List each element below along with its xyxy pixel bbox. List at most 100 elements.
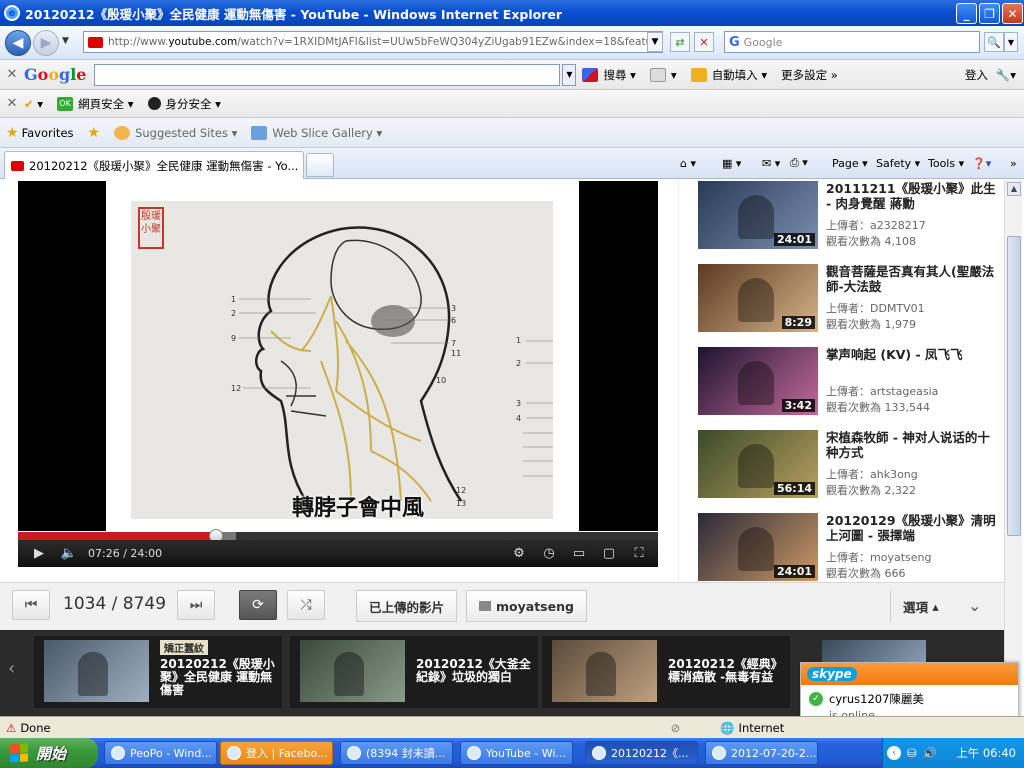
feeds-button[interactable]: ▦ ▾ <box>722 153 741 173</box>
google-search-button[interactable]: 搜尋 ▾ <box>582 67 636 83</box>
favorites-button[interactable]: ★ Favorites <box>6 125 74 141</box>
playlist-item[interactable]: 矯正蠶紋 20120212《殷瑗小聚》全民健康 運動無傷害 <box>34 636 282 708</box>
privacy-icon[interactable]: ⊘ <box>671 721 681 735</box>
large-player-icon[interactable]: ▢ <box>594 546 624 561</box>
related-video-title[interactable]: 掌声响起 (KV) - 凤飞飞 <box>826 347 1002 362</box>
refresh-button[interactable]: ⇄ <box>670 32 690 52</box>
clock[interactable]: 上午 06:40 <box>956 745 1016 761</box>
web-slice-label: Web Slice Gallery <box>272 125 373 140</box>
help-icon[interactable]: ❓▾ <box>972 153 991 173</box>
related-video-thumbnail[interactable]: 3:42 <box>698 347 818 415</box>
safety-menu[interactable]: Safety ▾ <box>876 153 920 173</box>
maximize-button[interactable]: ❐ <box>979 3 1000 24</box>
new-tab-button[interactable] <box>306 153 334 177</box>
playlist-options-button[interactable]: 選項 ▴ <box>890 590 960 622</box>
collapse-playlist-chevron-icon[interactable]: ⌄ <box>968 596 981 615</box>
related-video-thumbnail[interactable]: 24:01 <box>698 181 818 249</box>
related-video-item[interactable]: 24:01 20111211《殷瑗小聚》此生 - 肉身覺醒 蔣勳 上傳者：a23… <box>698 181 998 251</box>
taskbar-item[interactable]: 2012-07-20-2... <box>705 741 818 765</box>
play-icon[interactable]: ▶ <box>24 546 54 561</box>
search-box[interactable]: G Google <box>724 31 980 53</box>
playlist-thumbnail[interactable] <box>300 640 405 702</box>
more-settings-button[interactable]: 更多設定 » <box>781 67 838 83</box>
autofill-button[interactable]: 自動填入 ▾ <box>690 67 767 83</box>
playlist-scroll-left-icon[interactable]: ‹ <box>8 658 15 679</box>
playlist-next-button[interactable]: ⏭ <box>177 590 215 620</box>
print-button[interactable]: ⎙ ▾ <box>790 153 808 173</box>
address-bar[interactable]: http://www. youtube.com/watch?v=1RXIDMtJA… <box>83 31 663 53</box>
login-link[interactable]: 登入 <box>965 67 988 83</box>
forward-button[interactable]: ▶ <box>33 30 59 56</box>
tray-expand-icon[interactable]: ‹ <box>887 746 901 760</box>
related-video-title[interactable]: 20111211《殷瑗小聚》此生 - 肉身覺醒 蔣勳 <box>826 181 1002 211</box>
home-button[interactable]: ⌂ ▾ <box>680 153 696 173</box>
web-slice-gallery-button[interactable]: Web Slice Gallery ▾ <box>251 125 382 140</box>
taskbar-item[interactable]: 登入 | Facebo... <box>220 741 333 765</box>
taskbar-item[interactable]: (8394 封未讀... <box>340 741 453 765</box>
channel-tab[interactable]: moyatseng <box>466 590 587 622</box>
back-button[interactable]: ◀ <box>5 30 31 56</box>
small-player-icon[interactable]: ▭ <box>564 546 594 561</box>
google-search-input[interactable] <box>94 63 561 86</box>
close-security-toolbar-icon[interactable]: ✕ <box>0 96 24 111</box>
tools-menu[interactable]: Tools ▾ <box>928 153 964 173</box>
search-button[interactable]: 🔍 <box>984 32 1004 52</box>
google-search-dropdown[interactable]: ▼ <box>562 63 577 86</box>
close-toolbar-icon[interactable]: ✕ <box>0 67 24 82</box>
add-favorite-icon[interactable]: ★ <box>88 125 101 141</box>
address-dropdown-button[interactable]: ▼ <box>647 32 663 52</box>
shuffle-icon[interactable]: ⤮ <box>287 590 325 620</box>
start-button[interactable]: 開始 <box>0 738 98 768</box>
related-video-title[interactable]: 觀音菩薩是否真有其人(聖嚴法師-大法鼓 <box>826 264 1002 294</box>
volume-icon[interactable]: 🔈 <box>54 546 84 561</box>
playlist-thumbnail[interactable] <box>44 640 149 702</box>
page-scrollbar[interactable]: ▲ <box>1004 180 1022 716</box>
check-menu-button[interactable]: ✔ ▾ <box>24 97 43 111</box>
related-video-item[interactable]: 24:01 20120129《殷瑗小聚》清明上河圖 - 張擇端 上傳者：moya… <box>698 513 998 583</box>
playlist-thumbnail[interactable] <box>822 640 926 662</box>
close-button[interactable]: ✕ <box>1002 3 1023 24</box>
related-video-uploader: 上傳者：ahk3ong <box>826 468 918 481</box>
mail-button[interactable]: ✉ ▾ <box>762 153 780 173</box>
identity-security-button[interactable]: 身分安全 ▾ <box>147 96 221 112</box>
scrollbar-thumb[interactable] <box>1007 236 1021 536</box>
network-icon[interactable]: ⛁ <box>907 746 917 760</box>
autoplay-toggle-icon[interactable]: ⟳ <box>239 590 277 620</box>
related-video-item[interactable]: 8:29 觀音菩薩是否真有其人(聖嚴法師-大法鼓 上傳者：DDMTV01 觀看次… <box>698 264 998 334</box>
video-progress-bar[interactable] <box>18 532 658 540</box>
wrench-icon[interactable]: 🔧▾ <box>996 68 1016 82</box>
page-menu[interactable]: Page ▾ <box>832 153 868 173</box>
uploaded-videos-tab[interactable]: 已上傳的影片 <box>356 590 458 622</box>
minimize-button[interactable]: _ <box>956 3 977 24</box>
security-zone[interactable]: 🌐 Internet <box>720 721 784 735</box>
watch-later-clock-icon[interactable]: ◷ <box>534 546 564 561</box>
fullscreen-icon[interactable]: ⛶ <box>624 546 654 561</box>
related-video-thumbnail[interactable]: 8:29 <box>698 264 818 332</box>
scroll-up-arrow-icon[interactable]: ▲ <box>1007 182 1021 196</box>
related-video-title[interactable]: 宋植森牧師 - 神对人说话的十种方式 <box>826 430 1002 460</box>
google-toolbar: ✕ Google ▼ 搜尋 ▾ ▾ 自動填入 ▾ 更多設定 » 登入 🔧▾ <box>0 60 1024 90</box>
toolbar-options-button[interactable]: ▾ <box>649 67 677 82</box>
taskbar-item[interactable]: PeoPo - Wind... <box>104 741 217 765</box>
taskbar-item[interactable]: 20120212《... <box>585 741 698 765</box>
related-video-thumbnail[interactable]: 24:01 <box>698 513 818 581</box>
recent-pages-dropdown[interactable]: ▼ <box>62 36 69 46</box>
related-video-views: 觀看次數為 4,108 <box>826 235 916 248</box>
related-video-title[interactable]: 20120129《殷瑗小聚》清明上河圖 - 張擇端 <box>826 513 1002 543</box>
playlist-thumbnail[interactable] <box>552 640 657 702</box>
related-video-item[interactable]: 56:14 宋植森牧師 - 神对人说话的十种方式 上傳者：ahk3ong 觀看次… <box>698 430 998 500</box>
related-video-item[interactable]: 3:42 掌声响起 (KV) - 凤飞飞 上傳者：artstageasia 觀看… <box>698 347 998 417</box>
settings-gear-icon[interactable]: ⚙ <box>504 546 534 561</box>
taskbar-item[interactable]: YouTube - Wi... <box>460 741 573 765</box>
web-security-button[interactable]: OK 網頁安全 ▾ <box>57 96 134 112</box>
volume-tray-icon[interactable]: 🔊 <box>923 746 937 760</box>
suggested-sites-button[interactable]: Suggested Sites ▾ <box>114 125 237 140</box>
chevron-more-icon[interactable]: » <box>1010 153 1017 173</box>
playlist-item[interactable]: 20120212《大釜全紀錄》垃圾的獨白 <box>290 636 538 708</box>
playlist-previous-button[interactable]: ⏮ <box>12 590 50 620</box>
stop-button[interactable]: ✕ <box>694 32 714 52</box>
search-options-dropdown[interactable]: ▼ <box>1004 32 1018 52</box>
playlist-item[interactable]: 20120212《經典》標消癌散 -無毒有益 <box>542 636 790 708</box>
tab-youtube[interactable]: 20120212《殷瑗小聚》全民健康 運動無傷害 - Yo... <box>4 151 304 179</box>
related-video-thumbnail[interactable]: 56:14 <box>698 430 818 498</box>
